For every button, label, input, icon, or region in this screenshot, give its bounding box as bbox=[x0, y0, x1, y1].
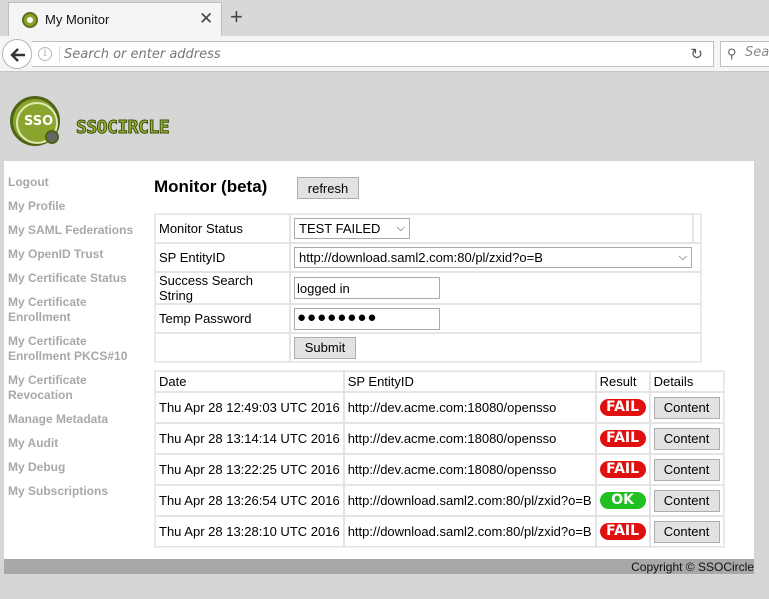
sidebar-item-saml-federations[interactable]: My SAML Federations bbox=[8, 223, 150, 238]
content-button[interactable]: Content bbox=[653, 458, 720, 481]
fail-badge: FAIL bbox=[599, 461, 646, 478]
back-arrow-icon bbox=[10, 48, 25, 62]
ssocircle-logo-icon[interactable]: SSO bbox=[10, 96, 60, 146]
close-tab-icon[interactable]: ✕ bbox=[199, 9, 213, 29]
sidebar-item-subscriptions[interactable]: My Subscriptions bbox=[8, 484, 150, 499]
details-cell: Content bbox=[649, 454, 724, 485]
navigation-bar: i ↻ ⚲ bbox=[0, 36, 769, 72]
row-date: Thu Apr 28 12:49:03 UTC 2016 bbox=[155, 392, 344, 423]
submit-cell: Submit bbox=[290, 333, 701, 362]
empty-cell bbox=[155, 333, 290, 362]
search-string-cell bbox=[290, 272, 701, 304]
results-table: Date SP EntityID Result Details Thu Apr … bbox=[154, 370, 725, 548]
row-entityid: http://dev.acme.com:18080/opensso bbox=[343, 454, 596, 485]
row-date: Thu Apr 28 13:26:54 UTC 2016 bbox=[155, 485, 344, 516]
search-bar[interactable]: ⚲ bbox=[720, 41, 769, 67]
table-row: Thu Apr 28 13:22:25 UTC 2016 http://dev.… bbox=[155, 454, 724, 485]
refresh-button[interactable]: refresh bbox=[297, 177, 359, 199]
table-row: Thu Apr 28 13:26:54 UTC 2016 http://down… bbox=[155, 485, 724, 516]
sidebar-item-audit[interactable]: My Audit bbox=[8, 436, 150, 451]
content-button[interactable]: Content bbox=[653, 520, 720, 543]
sidebar-menu: Logout My Profile My SAML Federations My… bbox=[8, 175, 150, 508]
sidebar-item-certificate-enrollment-pkcs10[interactable]: My Certificate Enrollment PKCS#10 bbox=[8, 334, 150, 364]
search-icon: ⚲ bbox=[727, 46, 737, 61]
monitor-status-value: TEST FAILED bbox=[299, 221, 381, 236]
sidebar-item-manage-metadata[interactable]: Manage Metadata bbox=[8, 412, 150, 427]
search-string-input[interactable] bbox=[294, 277, 440, 299]
page-title: Monitor (beta) bbox=[154, 177, 268, 196]
logo-wordmark[interactable]: SSOCIRCLE bbox=[75, 117, 170, 139]
result-cell: FAIL bbox=[595, 392, 650, 423]
sp-entityid-select[interactable]: http://download.saml2.com:80/pl/zxid?o=B… bbox=[294, 247, 692, 268]
result-cell: FAIL bbox=[595, 516, 650, 547]
sidebar-item-certificate-revocation[interactable]: My Certificate Revocation bbox=[8, 373, 150, 403]
result-cell: FAIL bbox=[595, 423, 650, 454]
ok-badge: OK bbox=[599, 492, 646, 509]
row-entityid: http://download.saml2.com:80/pl/zxid?o=B bbox=[343, 485, 596, 516]
sidebar-item-debug[interactable]: My Debug bbox=[8, 460, 150, 475]
details-cell: Content bbox=[649, 392, 724, 423]
back-button[interactable] bbox=[2, 39, 32, 69]
logo-dot bbox=[45, 130, 59, 144]
column-header-date: Date bbox=[155, 371, 344, 392]
monitor-status-label: Monitor Status bbox=[155, 214, 290, 243]
sidebar-item-profile[interactable]: My Profile bbox=[8, 199, 150, 214]
logo-badge-text: SSO bbox=[24, 114, 54, 129]
temp-password-cell: ●●●●●●●● bbox=[290, 304, 701, 333]
row-date: Thu Apr 28 13:14:14 UTC 2016 bbox=[155, 423, 344, 454]
reload-icon[interactable]: ↻ bbox=[690, 45, 703, 63]
browser-tab[interactable]: My Monitor ✕ bbox=[8, 2, 222, 36]
result-cell: OK bbox=[595, 485, 650, 516]
table-row: Thu Apr 28 12:49:03 UTC 2016 http://dev.… bbox=[155, 392, 724, 423]
table-row: Thu Apr 28 13:28:10 UTC 2016 http://down… bbox=[155, 516, 724, 547]
tab-title: My Monitor bbox=[45, 12, 110, 27]
content-button[interactable]: Content bbox=[653, 489, 720, 512]
temp-password-input[interactable]: ●●●●●●●● bbox=[294, 307, 440, 330]
fail-badge: FAIL bbox=[599, 399, 646, 416]
spacer bbox=[693, 214, 701, 243]
monitor-status-cell: TEST FAILED ⌵ bbox=[290, 214, 693, 243]
temp-password-label: Temp Password bbox=[155, 304, 290, 333]
row-entityid: http://download.saml2.com:80/pl/zxid?o=B bbox=[343, 516, 596, 547]
sidebar-item-certificate-enrollment[interactable]: My Certificate Enrollment bbox=[8, 295, 150, 325]
address-bar[interactable]: i ↻ bbox=[32, 41, 714, 67]
column-header-sp-entityid: SP EntityID bbox=[343, 371, 596, 392]
search-string-label: Success Search String bbox=[155, 272, 290, 304]
table-row: Thu Apr 28 13:14:14 UTC 2016 http://dev.… bbox=[155, 423, 724, 454]
sp-entityid-value: http://download.saml2.com:80/pl/zxid?o=B bbox=[299, 250, 543, 265]
info-icon[interactable]: i bbox=[38, 47, 52, 61]
submit-button[interactable]: Submit bbox=[294, 336, 356, 359]
row-date: Thu Apr 28 13:28:10 UTC 2016 bbox=[155, 516, 344, 547]
chevron-down-icon: ⌵ bbox=[678, 251, 687, 263]
monitor-status-select[interactable]: TEST FAILED ⌵ bbox=[294, 218, 410, 239]
url-input[interactable] bbox=[64, 44, 664, 64]
chevron-down-icon: ⌵ bbox=[396, 222, 405, 234]
sidebar-item-logout[interactable]: Logout bbox=[8, 175, 150, 190]
content-panel: Logout My Profile My SAML Federations My… bbox=[4, 161, 754, 559]
column-header-details: Details bbox=[649, 371, 724, 392]
sp-entityid-label: SP EntityID bbox=[155, 243, 290, 272]
details-cell: Content bbox=[649, 423, 724, 454]
fail-badge: FAIL bbox=[599, 523, 646, 540]
row-entityid: http://dev.acme.com:18080/opensso bbox=[343, 392, 596, 423]
copyright-text: Copyright © SSOCircle bbox=[631, 560, 754, 574]
sp-entityid-cell: http://download.saml2.com:80/pl/zxid?o=B… bbox=[290, 243, 701, 272]
sidebar-item-openid-trust[interactable]: My OpenID Trust bbox=[8, 247, 150, 262]
monitor-form: Monitor Status TEST FAILED ⌵ SP EntityID… bbox=[154, 213, 702, 363]
row-entityid: http://dev.acme.com:18080/opensso bbox=[343, 423, 596, 454]
row-date: Thu Apr 28 13:22:25 UTC 2016 bbox=[155, 454, 344, 485]
search-input[interactable] bbox=[745, 45, 769, 60]
fail-badge: FAIL bbox=[599, 430, 646, 447]
new-tab-icon[interactable]: + bbox=[230, 5, 243, 29]
content-button[interactable]: Content bbox=[653, 427, 720, 450]
details-cell: Content bbox=[649, 485, 724, 516]
details-cell: Content bbox=[649, 516, 724, 547]
tab-bar: My Monitor ✕ + bbox=[0, 0, 769, 36]
sidebar-item-certificate-status[interactable]: My Certificate Status bbox=[8, 271, 150, 286]
column-header-result: Result bbox=[595, 371, 650, 392]
content-button[interactable]: Content bbox=[653, 396, 720, 419]
result-cell: FAIL bbox=[595, 454, 650, 485]
ssocircle-favicon-icon bbox=[22, 12, 38, 28]
divider bbox=[59, 46, 60, 62]
